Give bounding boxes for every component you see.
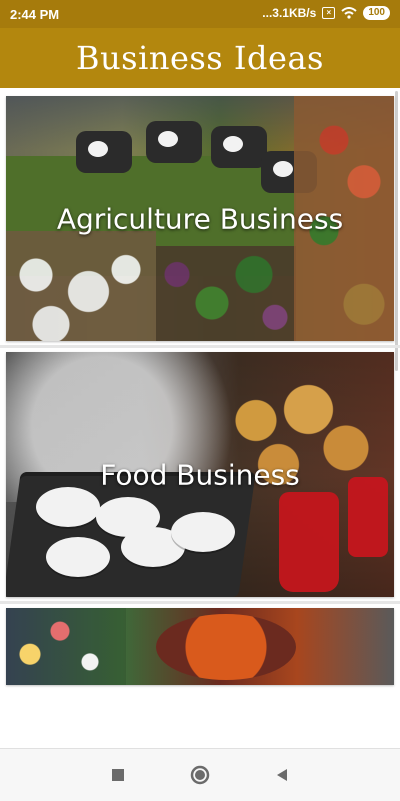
divider <box>0 345 400 348</box>
battery-indicator: 100 <box>363 6 390 20</box>
card-label: Agriculture Business <box>56 202 344 235</box>
vegetables-image <box>156 246 296 341</box>
wifi-icon <box>341 7 357 19</box>
cow-image <box>76 131 132 173</box>
card-agriculture-business[interactable]: Agriculture Business <box>6 96 394 341</box>
jam-jar-image <box>279 492 339 592</box>
app-title: Business Ideas <box>76 39 324 77</box>
card-label: Food Business <box>100 458 300 491</box>
dish-image <box>156 614 296 680</box>
chickens-image <box>6 231 156 341</box>
card-food-business[interactable]: Food Business <box>6 352 394 597</box>
recent-apps-square-icon[interactable] <box>106 763 130 787</box>
dough-image <box>171 512 235 552</box>
home-circle-icon[interactable] <box>188 763 212 787</box>
system-navigation-bar <box>0 748 400 801</box>
status-time: 2:44 PM <box>10 7 60 22</box>
cow-image <box>146 121 202 163</box>
flowers-image <box>6 608 126 685</box>
no-sim-icon: × <box>322 7 336 19</box>
card-business-partial[interactable] <box>6 608 394 685</box>
divider <box>0 601 400 604</box>
status-icons: ...3.1KB/s × 100 <box>262 6 390 20</box>
dough-image <box>46 537 110 577</box>
dough-image <box>36 487 100 527</box>
status-bar: 2:44 PM ...3.1KB/s × 100 <box>0 0 400 28</box>
business-list[interactable]: Agriculture Business Food Business <box>0 88 400 748</box>
back-triangle-icon[interactable] <box>270 763 294 787</box>
app-bar: Business Ideas <box>0 28 400 88</box>
scrollbar[interactable] <box>395 91 398 371</box>
network-speed: ...3.1KB/s <box>262 6 317 20</box>
cow-image <box>211 126 267 168</box>
